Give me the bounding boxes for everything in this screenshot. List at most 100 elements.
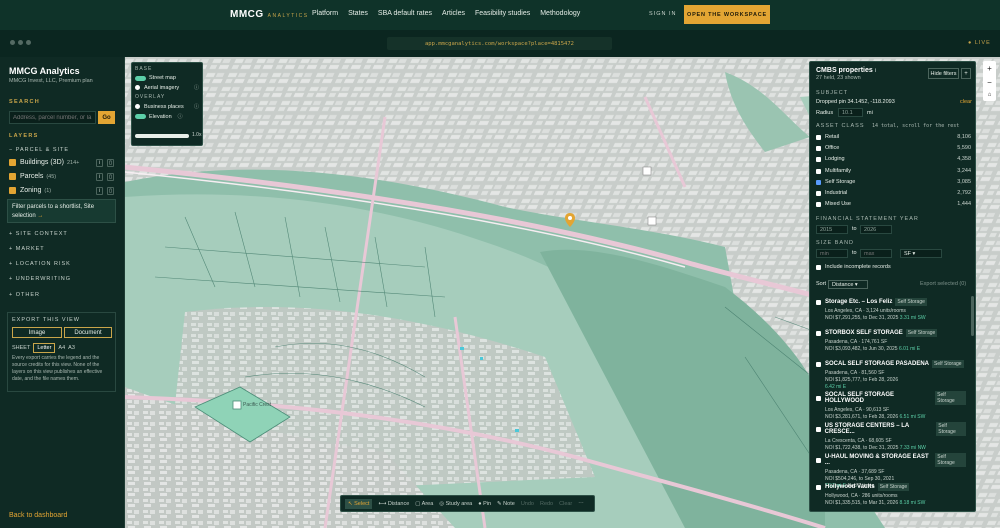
sheet-letter[interactable]: Letter bbox=[33, 343, 56, 353]
checkbox-icon[interactable] bbox=[816, 134, 821, 140]
size-unit-select[interactable]: SF ▾ bbox=[900, 249, 942, 258]
section-underwriting[interactable]: + UNDERWRITING bbox=[9, 276, 71, 282]
list-item[interactable]: SOCAL SELF STORAGE PASADENA Self Storage … bbox=[816, 360, 966, 391]
nav-link-platform[interactable]: Platform bbox=[312, 10, 338, 17]
checkbox-icon[interactable] bbox=[9, 187, 16, 194]
clear-subject-link[interactable]: clear bbox=[960, 99, 972, 105]
elevation-slider[interactable] bbox=[135, 134, 189, 138]
size-min-input[interactable] bbox=[816, 249, 848, 258]
brand-logo[interactable]: MMCG ANALYTICS bbox=[230, 9, 309, 20]
sheet-a4[interactable]: A4 bbox=[58, 345, 65, 351]
checkbox-icon[interactable] bbox=[816, 264, 821, 270]
hide-filters-button[interactable]: Hide filters bbox=[928, 68, 959, 79]
delete-icon[interactable]: ▯ bbox=[107, 187, 114, 195]
go-button[interactable]: Go bbox=[98, 111, 115, 124]
toggle-on-icon[interactable] bbox=[135, 114, 146, 119]
zoom-in-button[interactable]: + bbox=[987, 64, 992, 73]
nav-link-articles[interactable]: Articles bbox=[442, 10, 465, 17]
checkbox-icon[interactable] bbox=[816, 145, 821, 151]
undo-button[interactable]: Undo bbox=[521, 501, 534, 507]
radio-icon[interactable] bbox=[135, 85, 140, 90]
sign-in-link[interactable]: SIGN IN bbox=[649, 11, 676, 17]
checkbox-icon[interactable] bbox=[816, 395, 821, 401]
checkbox-icon[interactable] bbox=[9, 173, 16, 180]
delete-icon[interactable]: ▯ bbox=[107, 159, 114, 167]
asset-multifamily[interactable]: Multifamily 3,244 bbox=[816, 168, 971, 174]
radio-icon[interactable] bbox=[135, 104, 140, 109]
checkbox-icon[interactable] bbox=[816, 201, 821, 207]
list-item[interactable]: Hollywood Vaults Self Storage Hollywood, … bbox=[816, 483, 966, 507]
export-selected-button[interactable]: Export selected (0) bbox=[920, 281, 966, 287]
layer-buildings[interactable]: Buildings (3D) 214+ bbox=[9, 159, 79, 166]
info-icon[interactable]: ⓘ bbox=[194, 84, 199, 91]
list-item[interactable]: STORBOX SELF STORAGE Self Storage Pasaden… bbox=[816, 329, 966, 353]
parcel-site-section[interactable]: − PARCEL & SITE bbox=[9, 147, 69, 153]
nav-link-feasibility[interactable]: Feasibility studies bbox=[475, 10, 530, 17]
checkbox-icon[interactable] bbox=[816, 426, 821, 432]
nav-link-states[interactable]: States bbox=[348, 10, 368, 17]
info-icon[interactable]: ⓘ bbox=[194, 103, 199, 110]
study-area-tool[interactable]: ◎ Study area bbox=[439, 501, 472, 507]
checkbox-icon[interactable] bbox=[9, 159, 16, 166]
compass-icon[interactable]: ⌂ bbox=[988, 92, 992, 98]
checkbox-icon[interactable] bbox=[816, 457, 821, 463]
sheet-a3[interactable]: A3 bbox=[68, 345, 75, 351]
asset-mixed-use[interactable]: Mixed Use 1,444 bbox=[816, 201, 971, 207]
checkbox-icon[interactable] bbox=[816, 330, 821, 336]
area-tool[interactable]: ▢ Area bbox=[415, 501, 433, 507]
info-icon[interactable]: i bbox=[96, 173, 103, 181]
info-icon[interactable]: i bbox=[875, 68, 876, 74]
export-image-button[interactable]: Image bbox=[12, 327, 62, 338]
section-location-risk[interactable]: + LOCATION RISK bbox=[9, 261, 71, 267]
url-field[interactable]: app.mmcganalytics.com/workspace?place=48… bbox=[387, 37, 612, 50]
info-icon[interactable]: i bbox=[96, 159, 103, 167]
select-tool[interactable]: ↖ Select bbox=[345, 498, 373, 509]
more-icon[interactable]: ⋯ bbox=[578, 501, 584, 507]
back-to-dashboard-link[interactable]: Back to dashboard bbox=[9, 512, 67, 519]
section-market[interactable]: + MARKET bbox=[9, 246, 45, 252]
nav-link-methodology[interactable]: Methodology bbox=[540, 10, 580, 17]
elevation-toggle[interactable]: Elevation ⓘ bbox=[135, 113, 199, 120]
checkbox-icon[interactable] bbox=[816, 299, 821, 305]
distance-tool[interactable]: ⟷ Distance bbox=[378, 501, 409, 507]
checkbox-checked-icon[interactable] bbox=[816, 179, 821, 185]
size-max-input[interactable] bbox=[860, 249, 892, 258]
expand-button[interactable]: + bbox=[961, 68, 971, 79]
section-other[interactable]: + OTHER bbox=[9, 292, 40, 298]
checkbox-icon[interactable] bbox=[816, 168, 821, 174]
include-incomplete-option[interactable]: Include incomplete records bbox=[816, 264, 971, 270]
zoom-out-button[interactable]: − bbox=[987, 78, 992, 87]
list-item[interactable]: US STORAGE CENTERS – LA CRESCE... Self St… bbox=[816, 422, 966, 452]
street-map-toggle[interactable]: Street map bbox=[135, 75, 199, 81]
checkbox-icon[interactable] bbox=[816, 361, 821, 367]
clear-button[interactable]: Clear bbox=[559, 501, 572, 507]
sort-select[interactable]: Distance ▾ bbox=[828, 280, 868, 289]
asset-retail[interactable]: Retail 8,106 bbox=[816, 134, 971, 140]
nav-link-sba[interactable]: SBA default rates bbox=[378, 10, 432, 17]
pin-tool[interactable]: ● Pin bbox=[478, 501, 491, 507]
info-icon[interactable]: i bbox=[96, 187, 103, 195]
redo-button[interactable]: Redo bbox=[540, 501, 553, 507]
radius-input[interactable] bbox=[838, 108, 863, 117]
layer-parcels[interactable]: Parcels (45) bbox=[9, 173, 56, 180]
info-icon[interactable]: ⓘ bbox=[178, 113, 183, 120]
search-input[interactable] bbox=[9, 111, 96, 124]
asset-office[interactable]: Office 5,590 bbox=[816, 145, 971, 151]
layer-zoning[interactable]: Zoning (1) bbox=[9, 187, 51, 194]
dropped-pin-icon[interactable] bbox=[565, 213, 575, 227]
checkbox-icon[interactable] bbox=[816, 156, 821, 162]
section-site-context[interactable]: + SITE CONTEXT bbox=[9, 231, 68, 237]
filter-parcels-button[interactable]: Filter parcels to a shortlist, Site sele… bbox=[7, 199, 116, 223]
aerial-imagery-option[interactable]: Aerial imagery ⓘ bbox=[135, 84, 199, 91]
asset-industrial[interactable]: Industrial 2,792 bbox=[816, 190, 971, 196]
fsy-from-input[interactable] bbox=[816, 225, 848, 234]
fsy-to-input[interactable] bbox=[860, 225, 892, 234]
export-document-button[interactable]: Document bbox=[64, 327, 112, 338]
note-tool[interactable]: ✎ Note bbox=[497, 501, 515, 507]
checkbox-icon[interactable] bbox=[816, 484, 821, 490]
open-workspace-button[interactable]: OPEN THE WORKSPACE bbox=[684, 5, 770, 24]
asset-self-storage[interactable]: Self Storage 3,085 bbox=[816, 179, 971, 185]
toggle-on-icon[interactable] bbox=[135, 75, 146, 81]
delete-icon[interactable]: ▯ bbox=[107, 173, 114, 181]
business-places-option[interactable]: Business places ⓘ bbox=[135, 103, 199, 110]
